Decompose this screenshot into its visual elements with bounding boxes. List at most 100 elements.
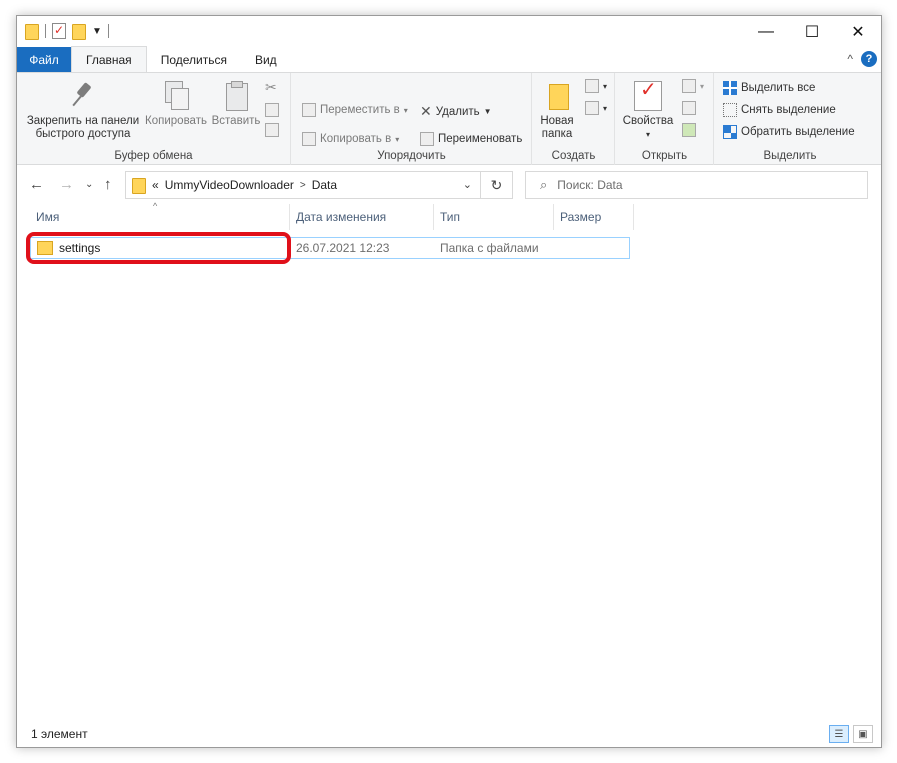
tab-view[interactable]: Вид bbox=[241, 47, 291, 72]
tab-file[interactable]: Файл bbox=[17, 47, 71, 72]
column-name[interactable]: Имя bbox=[30, 204, 290, 230]
group-open: Свойства ▾ ▾ Открыть bbox=[616, 73, 714, 165]
clipboard-group-label: Буфер обмена bbox=[114, 150, 193, 162]
tab-home[interactable]: Главная bbox=[71, 46, 147, 72]
maximize-button[interactable]: ☐ bbox=[789, 16, 835, 47]
select-none-icon bbox=[723, 103, 737, 117]
move-to-button[interactable]: Переместить в ▾ bbox=[302, 103, 408, 117]
address-dropdown-icon[interactable]: ⌄ bbox=[463, 178, 472, 191]
new-folder-icon[interactable] bbox=[72, 23, 86, 40]
invert-selection-button[interactable]: Обратить выделение bbox=[723, 125, 855, 139]
up-arrow-icon[interactable]: ↑ bbox=[104, 176, 112, 193]
title-bar: ▼ — ☐ ✕ bbox=[17, 16, 881, 47]
status-bar: 1 элемент ☰ ▣ bbox=[17, 721, 881, 747]
select-none-button[interactable]: Снять выделение bbox=[723, 103, 836, 117]
help-icon[interactable]: ? bbox=[861, 51, 877, 67]
group-clipboard: Закрепить на панели быстрого доступа Коп… bbox=[17, 73, 291, 165]
copy-to-button[interactable]: Копировать в ▾ bbox=[302, 132, 399, 146]
properties-icon[interactable] bbox=[52, 23, 66, 39]
create-group-label: Создать bbox=[551, 150, 596, 162]
properties-label: Свойства bbox=[622, 115, 674, 127]
folder-icon bbox=[25, 23, 39, 40]
item-count: 1 элемент bbox=[31, 727, 88, 741]
separator bbox=[107, 24, 109, 38]
ribbon-tabs: Файл Главная Поделиться Вид ^ ? bbox=[17, 46, 881, 72]
select-group-label: Выделить bbox=[763, 150, 817, 162]
breadcrumb-ummyvideodownloader[interactable]: UmmyVideoDownloader bbox=[165, 178, 294, 192]
column-date-modified[interactable]: Дата изменения bbox=[290, 204, 434, 230]
collapse-ribbon-icon[interactable]: ^ bbox=[847, 52, 853, 66]
pin-quick-access-button[interactable]: Закрепить на панели быстрого доступа bbox=[23, 81, 143, 141]
select-all-label: Выделить все bbox=[741, 82, 816, 94]
large-icons-view-icon[interactable]: ▣ bbox=[853, 725, 873, 743]
search-box[interactable]: ⌕ Поиск: Data bbox=[525, 171, 868, 199]
breadcrumb-overflow[interactable]: « bbox=[152, 178, 159, 192]
easy-access-icon[interactable]: ▾ bbox=[585, 101, 607, 115]
file-row-settings[interactable]: settings 26.07.2021 12:23 Папка с файлам… bbox=[30, 237, 630, 259]
open-icon[interactable]: ▾ bbox=[682, 79, 704, 93]
quick-access-toolbar: ▼ bbox=[25, 23, 109, 40]
column-headers: ^ Имя Дата изменения Тип Размер bbox=[17, 201, 881, 230]
copy-to-label: Копировать в bbox=[320, 133, 392, 145]
properties-button[interactable]: Свойства ▾ bbox=[622, 81, 674, 141]
ribbon-tabs-right: ^ ? bbox=[847, 51, 877, 67]
group-create: Новая папка ▾ ▾ Создать bbox=[533, 73, 615, 165]
pin-icon bbox=[68, 81, 98, 111]
select-none-label: Снять выделение bbox=[741, 104, 836, 116]
copy-to-icon bbox=[302, 132, 316, 146]
tab-share[interactable]: Поделиться bbox=[147, 47, 241, 72]
copy-button[interactable]: Копировать bbox=[143, 81, 209, 128]
navigation-bar: ← → ⌄ ↑ « UmmyVideoDownloader > Data ⌄ ↻… bbox=[17, 168, 881, 201]
paste-icon bbox=[222, 81, 250, 111]
delete-button[interactable]: ✕ Удалить ▼ bbox=[420, 103, 492, 120]
forward-arrow-icon[interactable]: → bbox=[59, 176, 74, 193]
ribbon: Закрепить на панели быстрого доступа Коп… bbox=[17, 72, 881, 165]
paste-shortcut-icon[interactable] bbox=[265, 123, 279, 137]
breadcrumb-data[interactable]: Data bbox=[312, 178, 337, 192]
organize-group-label: Упорядочить bbox=[377, 150, 446, 162]
separator bbox=[45, 24, 46, 38]
close-button[interactable]: ✕ bbox=[835, 16, 881, 47]
rename-button[interactable]: Переименовать bbox=[420, 132, 522, 146]
search-placeholder: Поиск: Data bbox=[557, 178, 623, 192]
folder-icon bbox=[37, 241, 53, 255]
group-organize: Переместить в ▾ Копировать в ▾ ✕ Удалить… bbox=[292, 73, 532, 165]
recent-locations-icon[interactable]: ⌄ bbox=[85, 179, 93, 190]
new-folder-label-line1: Новая bbox=[540, 115, 574, 127]
column-type[interactable]: Тип bbox=[434, 204, 554, 230]
invert-selection-icon bbox=[723, 125, 737, 139]
paste-label: Вставить bbox=[211, 115, 261, 127]
copy-icon bbox=[162, 81, 190, 111]
view-switcher: ☰ ▣ bbox=[829, 725, 873, 743]
new-folder-icon bbox=[543, 81, 571, 111]
edit-icon[interactable] bbox=[682, 101, 696, 115]
refresh-icon[interactable]: ↻ bbox=[480, 172, 512, 198]
customize-toolbar-icon[interactable]: ▼ bbox=[92, 26, 102, 37]
address-bar[interactable]: « UmmyVideoDownloader > Data ⌄ ↻ bbox=[125, 171, 513, 199]
new-item-icon[interactable]: ▾ bbox=[585, 79, 607, 93]
paste-button[interactable]: Вставить bbox=[211, 81, 261, 128]
copy-path-icon[interactable] bbox=[265, 103, 279, 117]
open-group-label: Открыть bbox=[641, 150, 688, 162]
window-controls: — ☐ ✕ bbox=[743, 16, 881, 47]
history-icon[interactable] bbox=[682, 123, 696, 137]
new-folder-label-line2: папка bbox=[541, 128, 573, 140]
folder-icon bbox=[132, 177, 146, 194]
file-name: settings bbox=[59, 241, 101, 255]
explorer-window: ▼ — ☐ ✕ Файл Главная Поделиться Вид ^ ? … bbox=[16, 15, 882, 748]
copy-label: Копировать bbox=[145, 115, 207, 127]
breadcrumb-separator[interactable]: > bbox=[300, 180, 306, 191]
move-to-icon bbox=[302, 103, 316, 117]
move-to-label: Переместить в bbox=[320, 104, 400, 116]
search-icon: ⌕ bbox=[540, 177, 548, 192]
column-size[interactable]: Размер bbox=[554, 204, 634, 230]
minimize-button[interactable]: — bbox=[743, 16, 789, 47]
cut-icon[interactable]: ✂ bbox=[265, 79, 277, 96]
pin-label-line1: Закрепить на панели bbox=[26, 115, 140, 127]
details-view-icon[interactable]: ☰ bbox=[829, 725, 849, 743]
select-all-button[interactable]: Выделить все bbox=[723, 81, 815, 95]
file-modified: 26.07.2021 12:23 bbox=[296, 241, 390, 255]
invert-selection-label: Обратить выделение bbox=[741, 126, 855, 138]
new-folder-button[interactable]: Новая папка bbox=[537, 81, 577, 141]
back-arrow-icon[interactable]: ← bbox=[29, 176, 44, 193]
